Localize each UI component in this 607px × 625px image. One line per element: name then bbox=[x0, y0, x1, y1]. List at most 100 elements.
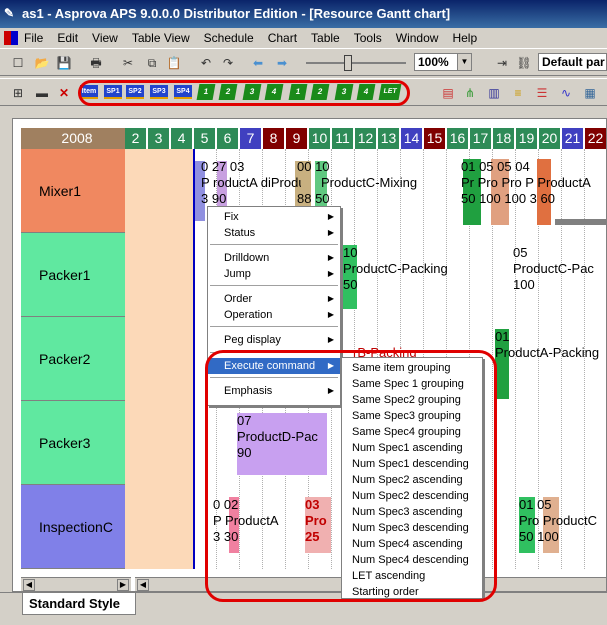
scroll-left-icon[interactable]: ◀ bbox=[23, 579, 35, 591]
back-arrow-icon[interactable]: ⬅ bbox=[250, 55, 266, 71]
task-label: 50 100 bbox=[519, 529, 559, 544]
submenu-item[interactable]: Same item grouping bbox=[342, 360, 482, 376]
menu-item-status[interactable]: Status ▶ bbox=[208, 225, 340, 241]
task-label: Pro bbox=[305, 513, 327, 528]
resource-packer2[interactable]: Packer2 bbox=[21, 317, 133, 401]
menu-schedule[interactable]: Schedule bbox=[204, 31, 254, 45]
menu-table[interactable]: Table bbox=[311, 31, 340, 45]
menu-chart[interactable]: Chart bbox=[268, 31, 297, 45]
style-tree-icon[interactable]: ⛓ bbox=[516, 55, 532, 71]
spec2-grouping-button[interactable]: SP2 bbox=[126, 85, 144, 99]
resource-packer3[interactable]: Packer3 bbox=[21, 401, 133, 485]
menu-item-peg-display[interactable]: Peg display ▶ bbox=[208, 332, 340, 348]
submenu-item[interactable]: Num Spec4 descending bbox=[342, 552, 482, 568]
print-icon[interactable]: 🖶 bbox=[88, 55, 104, 71]
menu-item-execute-command[interactable]: Execute command ▶ bbox=[208, 358, 340, 374]
chevron-down-icon[interactable]: ▼ bbox=[457, 54, 471, 70]
document-icon[interactable] bbox=[4, 31, 18, 45]
paste-icon[interactable]: 📋 bbox=[166, 55, 182, 71]
redo-icon[interactable]: ↷ bbox=[220, 55, 236, 71]
menu-item-emphasis[interactable]: Emphasis ▶ bbox=[208, 383, 340, 399]
submenu-item[interactable]: Same Spec 1 grouping bbox=[342, 376, 482, 392]
new-icon[interactable]: ☐ bbox=[10, 55, 26, 71]
delete-icon[interactable]: ✕ bbox=[56, 85, 72, 101]
scroll-left-icon[interactable]: ◀ bbox=[137, 579, 149, 591]
bar-chart-icon[interactable]: ▤ bbox=[440, 85, 456, 101]
num-spec3-asc-button[interactable]: 1 bbox=[288, 84, 308, 100]
spec4-grouping-button[interactable]: SP4 bbox=[174, 85, 192, 99]
list-icon[interactable]: ☰ bbox=[534, 85, 550, 101]
submenu-item[interactable]: Num Spec2 descending bbox=[342, 488, 482, 504]
open-icon[interactable]: 📂 bbox=[34, 55, 50, 71]
stack-icon[interactable]: ≡ bbox=[510, 85, 526, 101]
num-spec2-desc-button[interactable]: 4 bbox=[264, 84, 284, 100]
submenu-item[interactable]: LET ascending bbox=[342, 568, 482, 584]
copy-icon[interactable]: ⧉ bbox=[144, 55, 160, 71]
submenu-item[interactable]: Num Spec4 ascending bbox=[342, 536, 482, 552]
num-spec2-asc-button[interactable]: 3 bbox=[242, 84, 262, 100]
submenu-item[interactable]: Same Spec4 grouping bbox=[342, 424, 482, 440]
day-header-cell: 2 bbox=[125, 128, 147, 149]
resource-inspection[interactable]: InspectionC bbox=[21, 485, 133, 569]
cut-icon[interactable]: ✂ bbox=[120, 55, 136, 71]
menu-item-operation[interactable]: Operation ▶ bbox=[208, 307, 340, 323]
menu-item-label: Execute command bbox=[224, 360, 316, 372]
chevron-right-icon: ▶ bbox=[327, 253, 334, 262]
zoom-slider-thumb[interactable] bbox=[344, 55, 352, 71]
num-spec1-desc-button[interactable]: 2 bbox=[218, 84, 238, 100]
num-spec3-desc-button[interactable]: 2 bbox=[310, 84, 330, 100]
forward-arrow-icon[interactable]: ➡ bbox=[274, 55, 290, 71]
spec1-grouping-button[interactable]: SP1 bbox=[104, 85, 122, 99]
tree-chart-icon[interactable]: ⋔ bbox=[462, 85, 478, 101]
submenu-item[interactable]: Num Spec1 descending bbox=[342, 456, 482, 472]
color-icon[interactable]: ▬ bbox=[34, 85, 50, 101]
tab-standard-style[interactable]: Standard Style bbox=[22, 593, 136, 615]
task-label: 03 bbox=[305, 497, 320, 512]
day-header-cell: 18 bbox=[493, 128, 515, 149]
day-header-cell: 11 bbox=[332, 128, 354, 149]
menu-item-order[interactable]: Order ▶ bbox=[208, 291, 340, 307]
menu-item-drilldown[interactable]: Drilldown ▶ bbox=[208, 250, 340, 266]
grid-icon[interactable]: ▦ bbox=[582, 85, 598, 101]
resource-mixer1[interactable]: Mixer1 bbox=[21, 149, 133, 233]
num-spec1-asc-button[interactable]: 1 bbox=[196, 84, 216, 100]
style-toggle-icon[interactable]: ⇥ bbox=[494, 55, 510, 71]
spec3-grouping-button[interactable]: SP3 bbox=[150, 85, 168, 99]
task-label: 01 05 bbox=[519, 497, 552, 512]
scroll-right-icon[interactable]: ▶ bbox=[117, 579, 129, 591]
menu-window[interactable]: Window bbox=[396, 31, 439, 45]
submenu-item[interactable]: Same Spec3 grouping bbox=[342, 408, 482, 424]
task-label: ProductC-Packing bbox=[343, 261, 448, 276]
submenu-item[interactable]: Same Spec2 grouping bbox=[342, 392, 482, 408]
menu-file[interactable]: File bbox=[24, 31, 43, 45]
submenu-item[interactable]: Num Spec2 ascending bbox=[342, 472, 482, 488]
undo-icon[interactable]: ↶ bbox=[198, 55, 214, 71]
num-spec4-asc-button[interactable]: 3 bbox=[334, 84, 354, 100]
menu-edit[interactable]: Edit bbox=[57, 31, 78, 45]
style-select[interactable]: Default par bbox=[538, 53, 607, 71]
submenu-item[interactable]: Num Spec3 ascending bbox=[342, 504, 482, 520]
menu-help[interactable]: Help bbox=[452, 31, 477, 45]
line-chart-icon[interactable]: ∿ bbox=[558, 85, 574, 101]
gantt-icon[interactable]: ▥ bbox=[486, 85, 502, 101]
hierarchy-icon[interactable]: ⊞ bbox=[10, 85, 26, 101]
save-icon[interactable]: 💾 bbox=[56, 55, 72, 71]
menu-item-jump[interactable]: Jump ▶ bbox=[208, 266, 340, 282]
submenu-item[interactable]: Num Spec1 ascending bbox=[342, 440, 482, 456]
submenu-item[interactable]: Starting order bbox=[342, 584, 482, 600]
resource-packer1[interactable]: Packer1 bbox=[21, 233, 133, 317]
task-bar[interactable] bbox=[555, 219, 606, 225]
resource-hscrollbar[interactable]: ◀ ▶ bbox=[21, 577, 131, 591]
item-grouping-button[interactable]: Item bbox=[80, 85, 98, 99]
menu-table-view[interactable]: Table View bbox=[132, 31, 190, 45]
let-ascending-button[interactable]: LET bbox=[378, 84, 402, 100]
num-spec4-desc-button[interactable]: 4 bbox=[356, 84, 376, 100]
zoom-select[interactable]: 100% ▼ bbox=[414, 53, 472, 71]
menu-tools[interactable]: Tools bbox=[354, 31, 382, 45]
resource-label: Packer1 bbox=[39, 267, 91, 283]
submenu-item[interactable]: Num Spec3 descending bbox=[342, 520, 482, 536]
zoom-slider[interactable] bbox=[306, 55, 406, 71]
chevron-right-icon: ▶ bbox=[327, 335, 334, 344]
menu-view[interactable]: View bbox=[92, 31, 118, 45]
menu-item-fix[interactable]: Fix ▶ bbox=[208, 209, 340, 225]
